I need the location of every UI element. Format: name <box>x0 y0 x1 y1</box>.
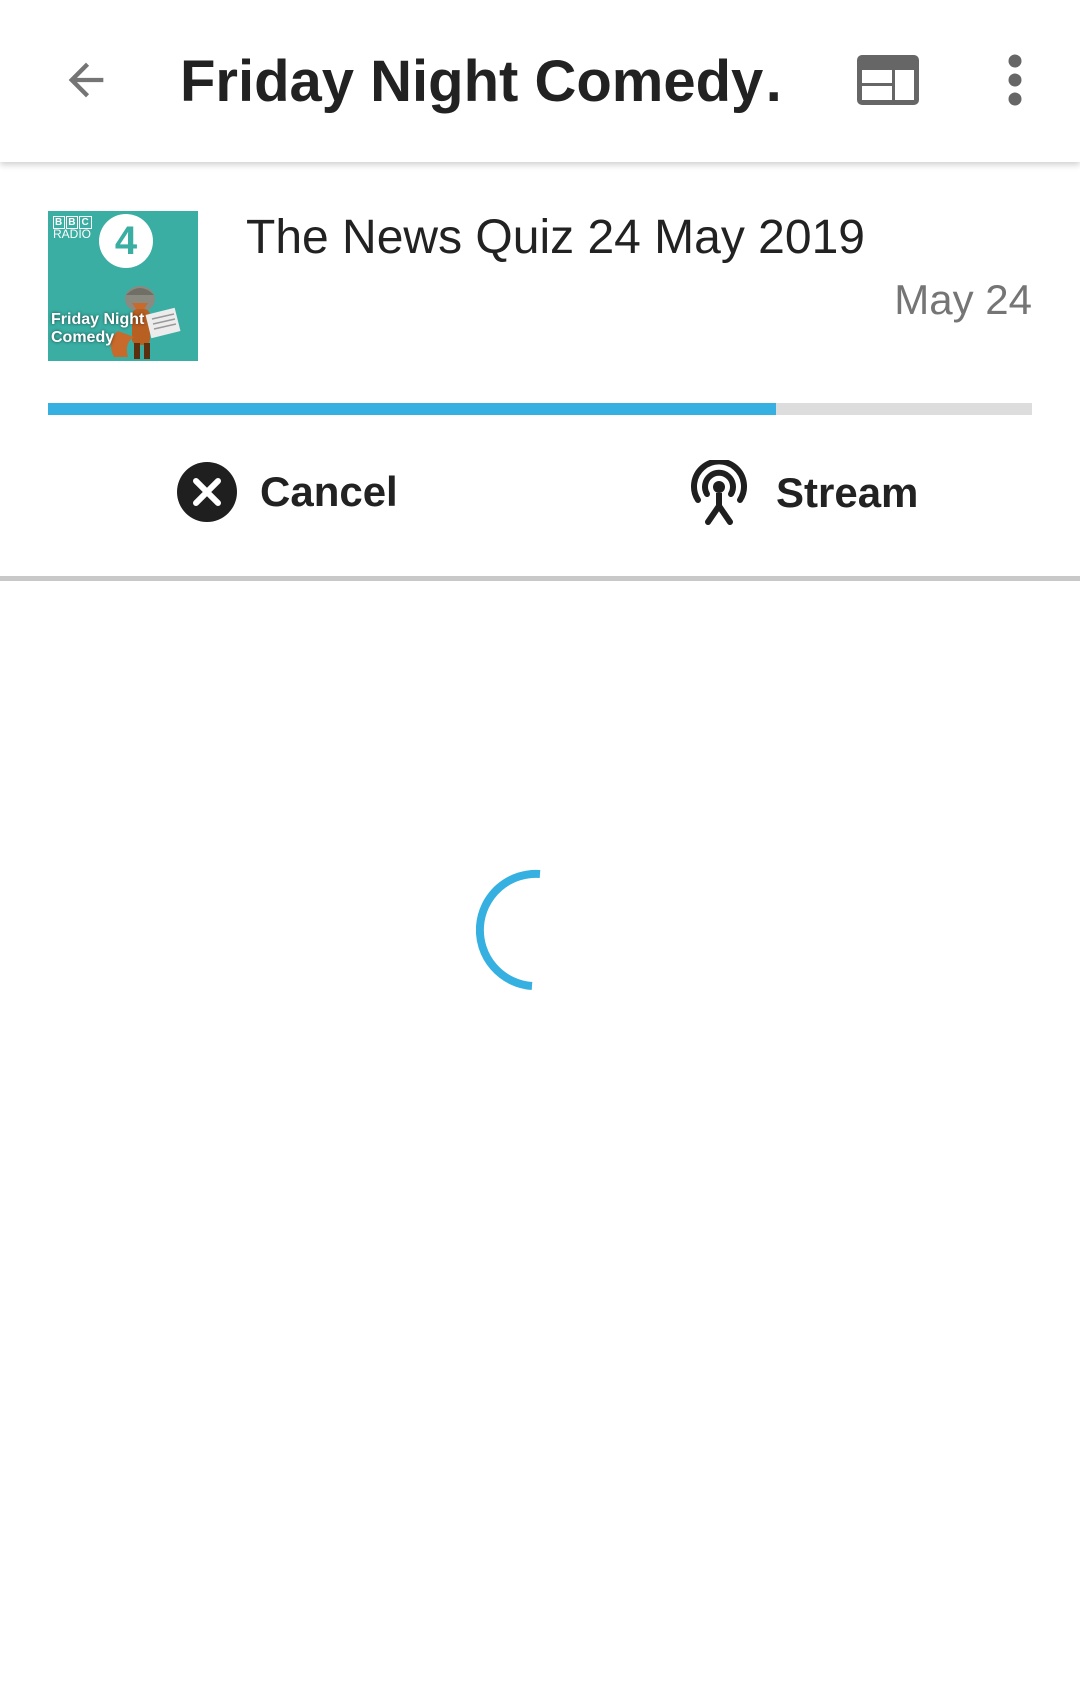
section-divider <box>0 576 1080 581</box>
episode-date: May 24 <box>894 276 1032 323</box>
stream-label: Stream <box>776 469 919 516</box>
episode-title: The News Quiz 24 May 2019 <box>246 211 865 264</box>
cancel-label: Cancel <box>260 468 398 515</box>
cancel-button[interactable]: Cancel <box>176 460 398 524</box>
stream-button[interactable]: Stream <box>684 458 918 528</box>
page-title: Friday Night Comedy… <box>180 49 780 114</box>
download-progress-bar <box>48 403 1032 415</box>
cover-show-name: Friday Night Comedy <box>51 311 145 346</box>
more-options-button[interactable] <box>980 40 1050 120</box>
back-button[interactable] <box>46 40 126 120</box>
cancel-circle-icon <box>177 462 237 522</box>
web-view-icon <box>857 55 919 105</box>
arrow-back-icon <box>68 62 104 98</box>
podcast-antenna-icon <box>691 460 747 525</box>
podcast-cover-art: BBC RADIO 4 Friday Night Comedy <box>48 211 198 361</box>
download-progress-fill <box>48 403 777 415</box>
more-vert-icon <box>1008 54 1022 106</box>
web-view-button[interactable] <box>846 44 930 116</box>
episode-card: BBC RADIO 4 Friday Night Comedy The News… <box>0 162 1080 580</box>
episode-screen: Friday Night Comedy… BBC RADIO 4 Friday … <box>0 0 1080 1699</box>
loading-spinner-icon <box>476 869 541 990</box>
app-toolbar: Friday Night Comedy… <box>0 0 1080 162</box>
